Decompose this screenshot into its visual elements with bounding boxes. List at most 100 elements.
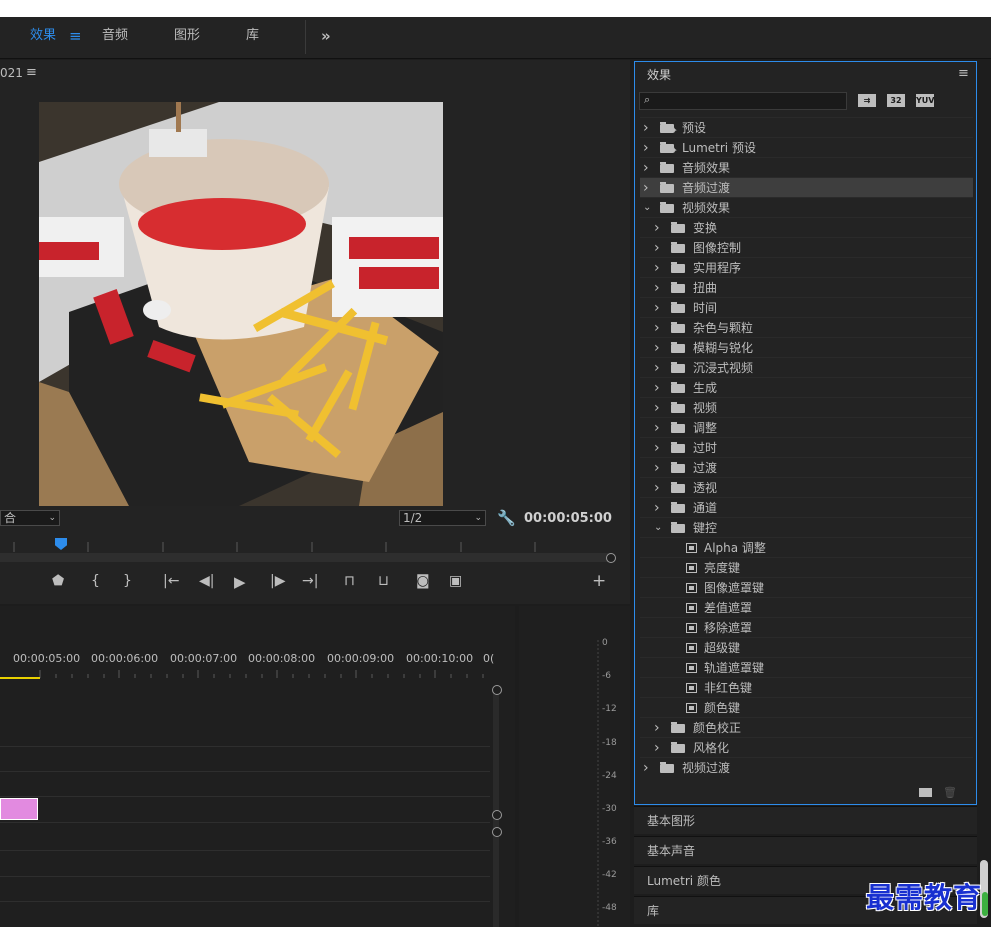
fit-zoom-select[interactable]: 合 ⌄: [0, 510, 60, 526]
effects-tree-item[interactable]: › 视频过渡: [640, 757, 973, 777]
effects-tree-item[interactable]: › 扭曲: [640, 277, 973, 297]
effects-tree-item[interactable]: › 调整: [640, 417, 973, 437]
timeline-vertical-scrollbar[interactable]: [493, 690, 499, 927]
effects-tree-item[interactable]: › 音频效果: [640, 157, 973, 177]
effects-tree-item[interactable]: › 颜色校正: [640, 717, 973, 737]
effects-tree-item[interactable]: › 风格化: [640, 737, 973, 757]
right-scrollbar-thumb[interactable]: [982, 892, 988, 916]
effects-tree-item[interactable]: 亮度键: [640, 557, 973, 577]
effects-tree-item[interactable]: › 模糊与锐化: [640, 337, 973, 357]
chevron-right-icon[interactable]: ›: [654, 258, 660, 278]
chevron-right-icon[interactable]: ›: [643, 178, 649, 198]
effects-tree-item[interactable]: › 透视: [640, 477, 973, 497]
effects-tree-item[interactable]: 非红色键: [640, 677, 973, 697]
chevron-right-icon[interactable]: ›: [643, 158, 649, 178]
add-button-icon[interactable]: +: [592, 571, 606, 591]
effects-tree-item[interactable]: › 变换: [640, 217, 973, 237]
extract-icon[interactable]: ⊔: [378, 573, 389, 589]
chevron-down-icon[interactable]: ⌄: [654, 518, 662, 538]
chevron-right-icon[interactable]: ›: [654, 238, 660, 258]
32bit-filter-icon[interactable]: 32: [887, 94, 905, 107]
step-forward-icon[interactable]: |▶: [270, 573, 285, 589]
timeline-clip[interactable]: [0, 798, 38, 820]
chevron-down-icon[interactable]: ⌄: [643, 198, 651, 218]
effects-tree-item[interactable]: › ✦ 预设: [640, 117, 973, 137]
comparison-view-icon[interactable]: ▣: [449, 573, 462, 589]
lift-icon[interactable]: ⊓: [344, 573, 355, 589]
chevron-right-icon[interactable]: ›: [654, 738, 660, 758]
wrench-icon[interactable]: 🔧: [497, 509, 516, 527]
chevron-right-icon[interactable]: ›: [654, 318, 660, 338]
panel-essential-graphics[interactable]: 基本图形: [634, 806, 977, 834]
chevron-right-icon[interactable]: ›: [654, 378, 660, 398]
add-marker-icon[interactable]: ⬟: [52, 573, 64, 589]
chevron-right-icon[interactable]: ›: [643, 138, 649, 158]
mark-in-icon[interactable]: {: [91, 573, 100, 589]
scroll-handle-top[interactable]: [492, 685, 502, 695]
chevron-right-icon[interactable]: ›: [654, 718, 660, 738]
accelerated-effects-filter-icon[interactable]: ⇉: [858, 94, 876, 107]
workspace-tab-library[interactable]: 库: [246, 17, 259, 58]
chevron-right-icon[interactable]: ›: [654, 278, 660, 298]
step-back-icon[interactable]: ◀|: [199, 573, 214, 589]
effects-tree-item[interactable]: › ✦ Lumetri 预设: [640, 137, 973, 157]
effects-tree-item[interactable]: › 图像控制: [640, 237, 973, 257]
resolution-select[interactable]: 1/2 ⌄: [399, 510, 486, 526]
effects-tree-item[interactable]: › 时间: [640, 297, 973, 317]
chevron-right-icon[interactable]: ›: [643, 118, 649, 138]
effects-tree-item[interactable]: › 通道: [640, 497, 973, 517]
workspace-tab-graphics[interactable]: 图形: [174, 17, 200, 58]
chevron-right-icon[interactable]: ›: [654, 418, 660, 438]
yuv-filter-icon[interactable]: YUV: [916, 94, 934, 107]
scroll-handle-bottom[interactable]: [492, 810, 502, 820]
panel-essential-sound[interactable]: 基本声音: [634, 836, 977, 864]
workspace-tab-audio[interactable]: 音频: [102, 17, 128, 58]
scroll-handle-top[interactable]: [492, 827, 502, 837]
trash-icon[interactable]: 🗑: [943, 786, 957, 799]
monitor-time-ruler[interactable]: [0, 538, 612, 552]
effects-tree-item[interactable]: 移除遮罩: [640, 617, 973, 637]
chevron-right-icon[interactable]: ›: [654, 438, 660, 458]
effects-tree-item[interactable]: › 音频过渡: [640, 177, 973, 197]
chevron-right-icon[interactable]: ›: [654, 338, 660, 358]
monitor-menu-icon[interactable]: ≡: [26, 65, 37, 80]
effects-tree-item[interactable]: 超级键: [640, 637, 973, 657]
chevron-right-icon[interactable]: ›: [643, 758, 649, 778]
effects-tree-item[interactable]: › 生成: [640, 377, 973, 397]
workspace-tab-effects[interactable]: 效果: [30, 17, 56, 58]
chevron-right-icon[interactable]: ›: [654, 398, 660, 418]
scrub-end-handle[interactable]: [606, 553, 616, 563]
effects-tree-item[interactable]: 轨道遮罩键: [640, 657, 973, 677]
chevron-right-icon[interactable]: ›: [654, 298, 660, 318]
chevron-right-icon[interactable]: ›: [654, 458, 660, 478]
new-bin-folder-icon[interactable]: [919, 788, 932, 797]
timeline-work-area-bar[interactable]: [0, 677, 40, 679]
chevron-right-icon[interactable]: ›: [654, 218, 660, 238]
workspace-overflow-icon[interactable]: »: [321, 17, 331, 58]
timeline-ruler-ticks[interactable]: [0, 666, 490, 678]
effects-tree-item[interactable]: 颜色键: [640, 697, 973, 717]
effects-search-input[interactable]: ⌕: [639, 92, 847, 110]
effects-tree-item[interactable]: ⌄ 键控: [640, 517, 973, 537]
effects-tree-item[interactable]: › 沉浸式视频: [640, 357, 973, 377]
chevron-right-icon[interactable]: ›: [654, 478, 660, 498]
effects-tree-item[interactable]: › 过时: [640, 437, 973, 457]
chevron-right-icon[interactable]: ›: [654, 358, 660, 378]
go-to-out-icon[interactable]: →|: [302, 573, 318, 589]
effects-panel-title[interactable]: 效果: [647, 66, 671, 83]
effects-tree-item[interactable]: ⌄ 视频效果: [640, 197, 973, 217]
effects-tree-item[interactable]: › 杂色与颗粒: [640, 317, 973, 337]
workspace-menu-icon[interactable]: ≡: [69, 17, 82, 58]
effects-tree-item[interactable]: 差值遮罩: [640, 597, 973, 617]
go-to-in-icon[interactable]: |←: [163, 573, 179, 589]
effects-tree-item[interactable]: › 视频: [640, 397, 973, 417]
camera-icon[interactable]: ◙: [416, 573, 430, 589]
effects-tree-item[interactable]: 图像遮罩键: [640, 577, 973, 597]
play-icon[interactable]: ▶: [234, 573, 246, 591]
effects-search-field[interactable]: [658, 94, 847, 110]
mark-out-icon[interactable]: }: [123, 573, 132, 589]
chevron-right-icon[interactable]: ›: [654, 498, 660, 518]
effects-tree-item[interactable]: › 实用程序: [640, 257, 973, 277]
monitor-scrub-bar[interactable]: [0, 553, 612, 562]
effects-panel-menu-icon[interactable]: ≡: [958, 66, 969, 81]
